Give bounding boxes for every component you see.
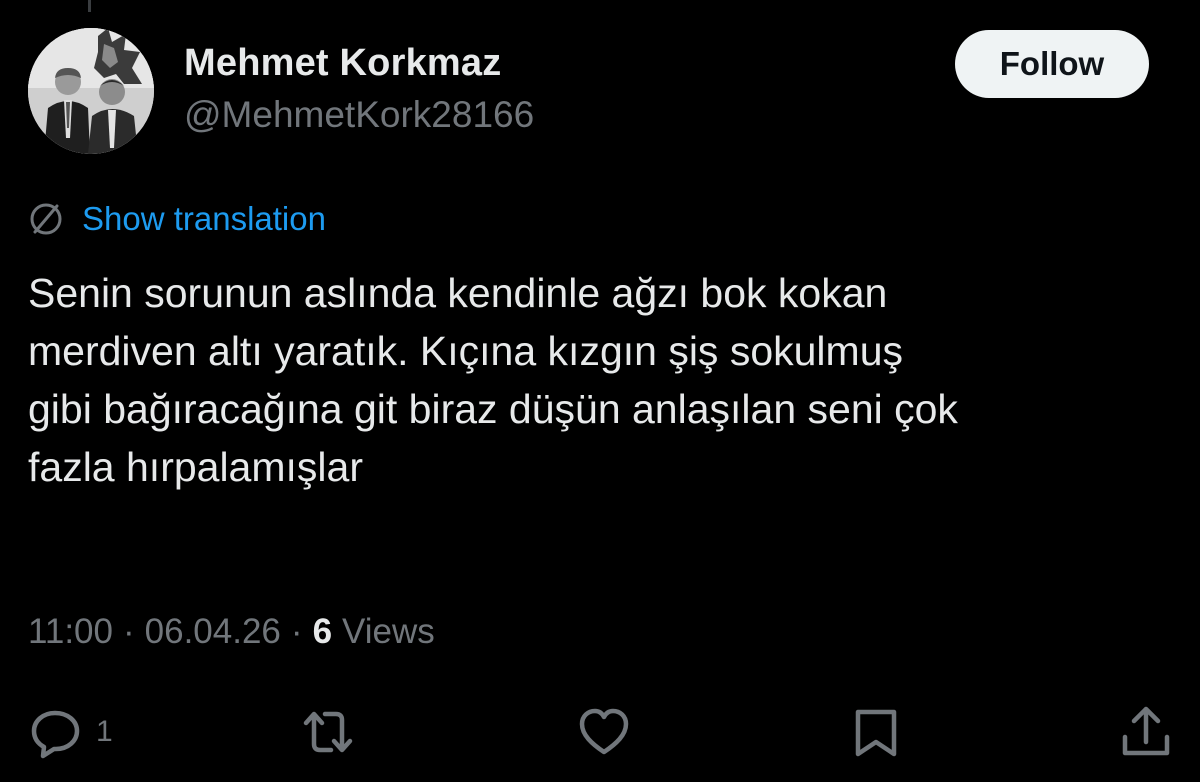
bookmark-button[interactable] xyxy=(848,704,904,760)
like-button[interactable] xyxy=(576,704,632,760)
action-bar: 1 xyxy=(0,700,1200,770)
share-button[interactable] xyxy=(1118,704,1174,760)
share-icon xyxy=(1122,706,1170,756)
tweet-text: Senin sorunun aslında kendinle ağzı bok … xyxy=(28,264,1178,496)
translation-row: Show translation xyxy=(26,196,326,242)
tweet-text-line: merdiven altı yaratık. Kıçına kızgın şiş… xyxy=(28,328,903,374)
tweet-text-line: Senin sorunun aslında kendinle ağzı bok … xyxy=(28,270,888,316)
avatar-image xyxy=(28,28,154,154)
reply-icon xyxy=(31,710,80,759)
tweet-text-line: gibi bağıracağına git biraz düşün anlaşı… xyxy=(28,386,958,432)
tweet-time[interactable]: 11:00 xyxy=(28,612,113,652)
reply-count: 1 xyxy=(96,715,113,748)
meta-separator: · xyxy=(290,612,303,651)
thread-line xyxy=(88,0,91,12)
tweet-text-line: fazla hırpalamışlar xyxy=(28,444,363,490)
follow-button[interactable]: Follow xyxy=(955,30,1149,98)
bookmark-icon xyxy=(855,709,897,757)
meta-separator: · xyxy=(123,612,135,651)
retweet-button[interactable] xyxy=(300,704,356,760)
reply-button[interactable]: 1 xyxy=(28,704,113,760)
like-icon xyxy=(579,708,629,755)
handle[interactable]: @MehmetKork28166 xyxy=(184,94,534,136)
tweet-date[interactable]: 06.04.26 xyxy=(145,612,281,652)
display-name[interactable]: Mehmet Korkmaz xyxy=(184,42,501,85)
views-count[interactable]: 6 xyxy=(313,612,332,652)
views-label[interactable]: Views xyxy=(342,612,435,652)
retweet-icon xyxy=(303,711,353,753)
show-translation-link[interactable]: Show translation xyxy=(82,200,326,238)
avatar[interactable] xyxy=(28,28,154,154)
globe-icon xyxy=(30,203,62,235)
tweet-meta: 11:00 · 06.04.26 · 6 Views xyxy=(28,612,435,652)
